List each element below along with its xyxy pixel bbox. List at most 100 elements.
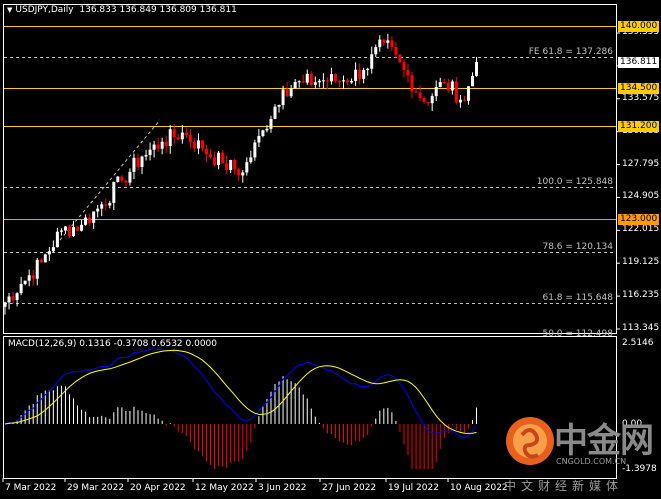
candle	[309, 71, 313, 87]
candle-body	[19, 283, 23, 294]
candle-body	[217, 152, 221, 166]
candle-body	[458, 99, 462, 103]
candle-body	[148, 149, 152, 156]
candle-body	[470, 75, 474, 87]
candle-body	[96, 208, 100, 212]
candle-body	[67, 226, 71, 236]
candle	[84, 214, 88, 226]
candle	[390, 36, 394, 52]
candle-body	[450, 81, 454, 91]
current-price-tag: 136.811	[618, 56, 660, 68]
candle-body	[265, 128, 269, 131]
chart-title[interactable]: ▼ USDJPY,Daily 136.833 136.849 136.809 13…	[7, 5, 237, 16]
candle	[333, 73, 337, 83]
candle	[168, 124, 172, 154]
candle-body	[297, 81, 301, 83]
candle	[136, 153, 140, 171]
candle-body	[418, 92, 422, 99]
candle-body	[15, 293, 19, 301]
candle-body	[188, 134, 192, 143]
candle	[386, 33, 390, 49]
candle	[100, 201, 104, 217]
candle	[156, 137, 160, 152]
candle-body	[309, 73, 313, 85]
candle	[366, 67, 370, 76]
watermark-url: CNGOLD.COM.CN	[556, 457, 627, 466]
candle	[470, 72, 474, 87]
candle	[205, 144, 208, 163]
candle-body	[136, 157, 140, 167]
candle	[301, 74, 305, 83]
fib-trend-line[interactable]	[59, 119, 161, 241]
candle	[80, 219, 84, 232]
fib-level-label: 78.6 = 120.134	[542, 241, 613, 252]
candle	[15, 292, 19, 307]
candle	[446, 78, 450, 93]
candle-body	[337, 81, 341, 83]
candle	[293, 78, 297, 89]
fib-level-label: 100.0 = 125.848	[536, 176, 613, 187]
main-panel-frame	[3, 4, 617, 334]
candle-body	[253, 142, 257, 158]
candle-body	[269, 118, 273, 129]
candle-body	[237, 169, 241, 176]
candle-body	[35, 259, 39, 279]
candle	[313, 76, 317, 89]
candle	[325, 77, 329, 89]
candle	[434, 80, 438, 102]
candle-body	[346, 80, 350, 83]
candle	[430, 93, 434, 112]
date-tick: 29 Mar 2022	[67, 483, 125, 493]
candle	[269, 115, 273, 133]
cngold-logo-icon	[506, 417, 554, 465]
candle-body	[390, 40, 394, 48]
candle-body	[168, 129, 172, 146]
candle-body	[11, 296, 15, 301]
candle-body	[39, 259, 43, 263]
candle-body	[422, 98, 426, 102]
date-tick: 27 Jun 2022	[322, 483, 377, 493]
candle	[92, 211, 96, 229]
candle-body	[313, 82, 317, 85]
candle-body	[59, 230, 63, 232]
candle-body	[104, 204, 108, 206]
candle-body	[156, 144, 160, 149]
candle	[466, 86, 470, 105]
candle	[19, 276, 23, 296]
candle	[11, 291, 15, 304]
candle-body	[84, 217, 88, 225]
candle-body	[257, 135, 261, 143]
candle	[188, 128, 192, 149]
candle-body	[192, 142, 196, 149]
candle	[422, 96, 426, 104]
candle-body	[196, 140, 200, 149]
date-tick: 19 Jul 2022	[388, 483, 439, 493]
candle-body	[370, 54, 374, 69]
candle-body	[108, 202, 112, 206]
candle	[72, 220, 76, 238]
candle-body	[229, 160, 233, 170]
candle	[76, 225, 80, 231]
watermark-slogan: 中文财经新媒体	[504, 479, 624, 493]
candle-body	[462, 99, 466, 101]
candle-body	[63, 226, 67, 231]
candle	[209, 148, 213, 159]
candle	[273, 104, 277, 120]
candle-body	[43, 254, 47, 263]
dropdown-arrow-icon[interactable]: ▼	[7, 6, 12, 14]
candle	[394, 42, 398, 58]
candle-body	[76, 227, 80, 231]
candle	[124, 180, 128, 188]
candle	[39, 258, 43, 263]
candle-body	[350, 80, 354, 83]
candle	[337, 80, 341, 88]
candle-body	[144, 155, 148, 157]
candle-body	[398, 54, 402, 63]
date-tick: 20 Apr 2022	[130, 483, 186, 493]
macd-label: MACD(12,26,9) 0.1316 -0.3708 0.6532 0.00…	[8, 339, 218, 349]
candle-body	[120, 176, 124, 181]
candle	[31, 269, 35, 286]
candle-body	[172, 129, 176, 138]
candle	[378, 35, 382, 52]
candle-body	[446, 82, 450, 91]
